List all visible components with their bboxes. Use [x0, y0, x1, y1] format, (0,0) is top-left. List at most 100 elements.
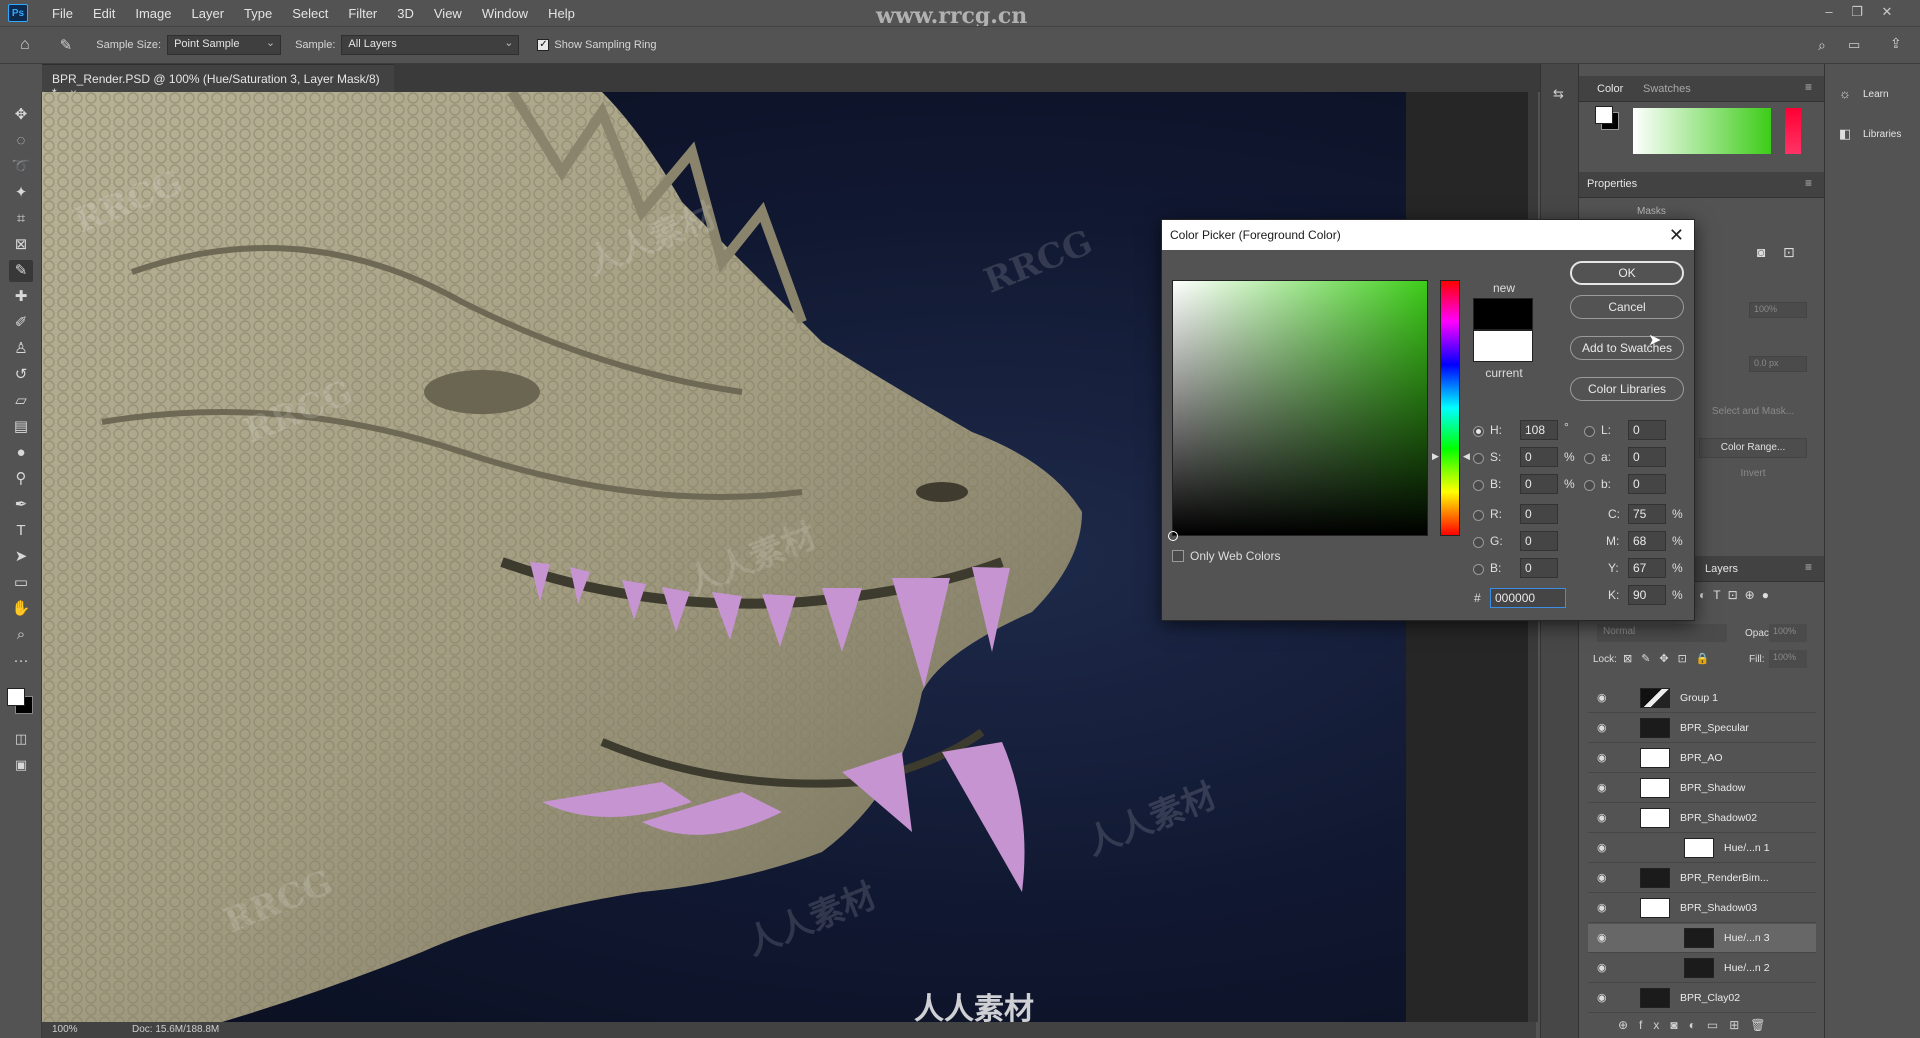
workspace-icon[interactable]: ▭	[1848, 37, 1860, 53]
layer-row[interactable]: ◉ BPR_Clay02	[1588, 984, 1816, 1013]
blue-radio[interactable]	[1473, 564, 1484, 575]
menu-file[interactable]: File	[42, 6, 83, 21]
layer-row[interactable]: ◉ Hue/...n 1	[1588, 834, 1816, 863]
search-icon[interactable]: ⌕	[1818, 37, 1826, 54]
opacity-field[interactable]: 100%	[1769, 624, 1807, 642]
rectangle-tool-icon[interactable]: ▭	[9, 572, 33, 594]
magic-wand-tool-icon[interactable]: ✦	[9, 182, 33, 204]
magenta-field[interactable]: 68	[1628, 531, 1666, 551]
more-tools-icon[interactable]: ···	[9, 650, 33, 672]
layer-row[interactable]: ◉ BPR_Specular	[1588, 714, 1816, 743]
lab-b-field[interactable]: 0	[1628, 474, 1666, 494]
hue-slider-left-arrow-icon[interactable]: ▶	[1432, 451, 1439, 462]
density-field[interactable]: 100%	[1749, 302, 1807, 318]
lock-icons[interactable]: ⊠✎✥⊡🔒	[1623, 652, 1719, 665]
tab-layers[interactable]: Layers	[1705, 563, 1738, 575]
layer-thumbnail[interactable]	[1684, 958, 1714, 978]
document-tab[interactable]: BPR_Render.PSD @ 100% (Hue/Saturation 3,…	[42, 64, 394, 100]
menu-filter[interactable]: Filter	[338, 6, 387, 21]
only-web-colors-checkbox[interactable]	[1172, 550, 1184, 562]
layer-visibility-eye-icon[interactable]: ◉	[1597, 872, 1611, 884]
cancel-button[interactable]: Cancel	[1570, 295, 1684, 319]
zoom-tool-icon[interactable]: ⌕	[9, 624, 33, 646]
libraries-label[interactable]: Libraries	[1863, 129, 1901, 140]
screen-mode-icon[interactable]: ▣	[9, 754, 33, 776]
crop-tool-icon[interactable]: ⌗	[9, 208, 33, 230]
brush-tool-icon[interactable]: ✐	[9, 312, 33, 334]
libraries-icon[interactable]: ◧	[1839, 126, 1851, 142]
color-ramp[interactable]	[1633, 108, 1771, 154]
current-color-swatch[interactable]	[1473, 330, 1533, 362]
close-window-icon[interactable]: ✕	[1876, 4, 1898, 20]
layers-menu-icon[interactable]: ≡	[1805, 560, 1812, 574]
menu-window[interactable]: Window	[472, 6, 538, 21]
menu-layer[interactable]: Layer	[182, 6, 235, 21]
quick-mask-icon[interactable]: ◫	[9, 728, 33, 750]
layer-visibility-eye-icon[interactable]: ◉	[1597, 842, 1611, 854]
lab-l-field[interactable]: 0	[1628, 420, 1666, 440]
blur-tool-icon[interactable]: ●	[9, 442, 33, 464]
history-brush-tool-icon[interactable]: ↺	[9, 364, 33, 386]
hue-slider[interactable]	[1440, 280, 1460, 536]
lab-b-radio[interactable]	[1584, 480, 1595, 491]
menu-type[interactable]: Type	[234, 6, 282, 21]
layer-visibility-eye-icon[interactable]: ◉	[1597, 902, 1611, 914]
tab-color[interactable]: Color	[1597, 83, 1623, 95]
layer-visibility-eye-icon[interactable]: ◉	[1597, 812, 1611, 824]
home-icon[interactable]: ⌂	[20, 36, 30, 54]
path-selection-tool-icon[interactable]: ➤	[9, 546, 33, 568]
color-range-button[interactable]: Color Range...	[1699, 438, 1807, 458]
layer-visibility-eye-icon[interactable]: ◉	[1597, 992, 1611, 1004]
layer-visibility-eye-icon[interactable]: ◉	[1597, 722, 1611, 734]
layer-thumbnail[interactable]	[1640, 988, 1670, 1008]
vector-mask-icon[interactable]: ⊡	[1783, 244, 1795, 261]
brightness-field[interactable]: 0	[1520, 474, 1558, 494]
gradient-tool-icon[interactable]: ▤	[9, 416, 33, 438]
color-hue-strip[interactable]	[1785, 108, 1801, 154]
layer-thumbnail[interactable]	[1640, 748, 1670, 768]
feather-field[interactable]: 0.0 px	[1749, 356, 1807, 372]
dodge-tool-icon[interactable]: ⚲	[9, 468, 33, 490]
dialog-close-icon[interactable]: ✕	[1669, 225, 1684, 246]
black-field[interactable]: 90	[1628, 585, 1666, 605]
hex-field[interactable]: 000000	[1490, 588, 1566, 608]
type-tool-icon[interactable]: T	[9, 520, 33, 542]
layer-visibility-eye-icon[interactable]: ◉	[1597, 692, 1611, 704]
blend-mode-select[interactable]: Normal	[1597, 624, 1727, 642]
color-libraries-button[interactable]: Color Libraries	[1570, 377, 1684, 401]
show-sampling-ring-checkbox[interactable]: ✓	[537, 39, 550, 51]
menu-view[interactable]: View	[424, 6, 472, 21]
add-to-swatches-button[interactable]: Add to Swatches	[1570, 336, 1684, 360]
hand-tool-icon[interactable]: ✋	[9, 598, 33, 620]
restore-icon[interactable]: ❐	[1846, 4, 1868, 20]
layer-row[interactable]: ◉ BPR_RenderBim...	[1588, 864, 1816, 893]
menu-help[interactable]: Help	[538, 6, 585, 21]
lab-l-radio[interactable]	[1584, 426, 1595, 437]
minimize-icon[interactable]: –	[1818, 4, 1840, 20]
saturation-radio[interactable]	[1473, 453, 1484, 464]
panel-menu-icon[interactable]: ≡	[1805, 80, 1812, 94]
layer-thumbnail[interactable]	[1640, 898, 1670, 918]
sample-select[interactable]: All Layers	[341, 35, 520, 55]
lasso-tool-icon[interactable]: ➰	[9, 156, 33, 178]
red-field[interactable]: 0	[1520, 504, 1558, 524]
hue-field[interactable]: 108	[1520, 420, 1558, 440]
hue-radio[interactable]	[1473, 426, 1484, 437]
history-icon[interactable]: ⇆	[1553, 86, 1564, 102]
healing-brush-tool-icon[interactable]: ✚	[9, 286, 33, 308]
layer-row[interactable]: ◉ BPR_AO	[1588, 744, 1816, 773]
learn-label[interactable]: Learn	[1863, 89, 1889, 100]
layer-row[interactable]: ◉ BPR_Shadow03	[1588, 894, 1816, 923]
sample-size-select[interactable]: Point Sample	[167, 35, 282, 55]
clone-stamp-tool-icon[interactable]: ♙	[9, 338, 33, 360]
saturation-brightness-field[interactable]	[1168, 280, 1428, 541]
layer-visibility-eye-icon[interactable]: ◉	[1597, 752, 1611, 764]
cyan-field[interactable]: 75	[1628, 504, 1666, 524]
layer-thumbnail[interactable]	[1684, 928, 1714, 948]
menu-image[interactable]: Image	[125, 6, 181, 21]
menu-edit[interactable]: Edit	[83, 6, 125, 21]
share-icon[interactable]: ⇪	[1890, 35, 1902, 52]
layer-row[interactable]: ◉ Group 1	[1588, 684, 1816, 713]
layer-thumbnail[interactable]	[1640, 868, 1670, 888]
move-tool-icon[interactable]: ✥	[9, 104, 33, 126]
